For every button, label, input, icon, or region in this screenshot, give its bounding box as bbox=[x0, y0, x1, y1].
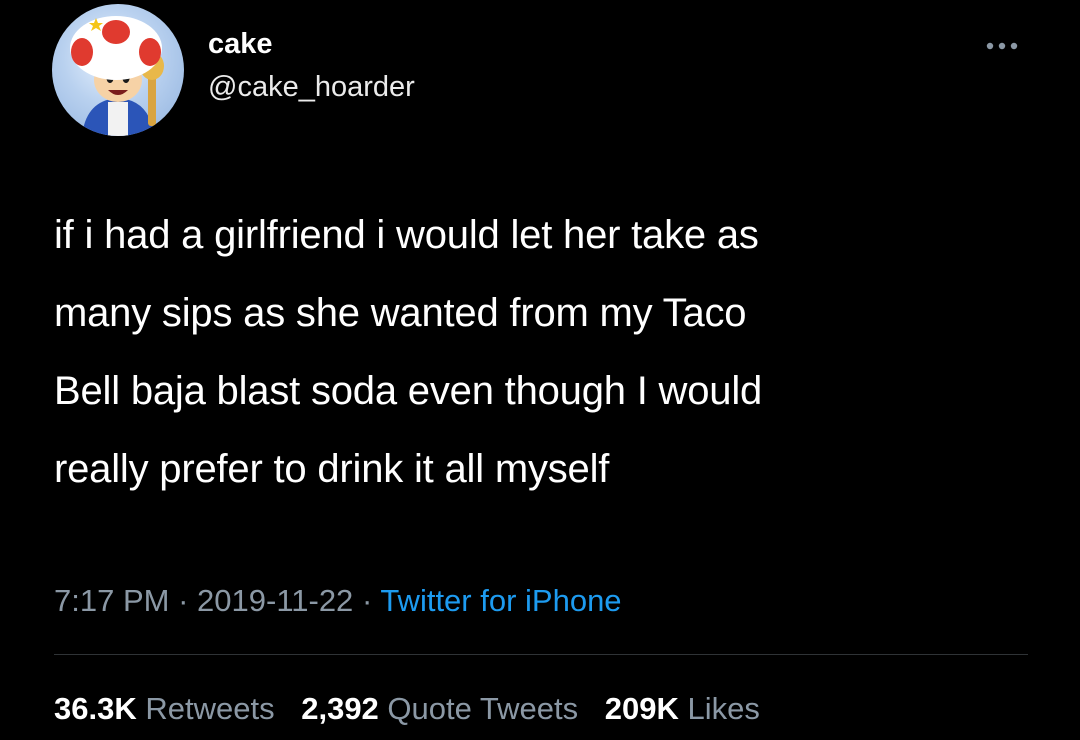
user-handle[interactable]: @cake_hoarder bbox=[208, 64, 415, 110]
tweet-time[interactable]: 7:17 PM bbox=[54, 583, 169, 618]
likes-label: Likes bbox=[687, 691, 760, 726]
divider bbox=[54, 654, 1028, 655]
avatar[interactable] bbox=[52, 4, 184, 136]
author-info: cake @cake_hoarder bbox=[208, 24, 415, 110]
tweet-text-line: many sips as she wanted from my Taco bbox=[54, 291, 747, 335]
tweet-text-line: really prefer to drink it all myself bbox=[54, 447, 610, 491]
more-horizontal-icon[interactable] bbox=[982, 36, 1022, 56]
display-name[interactable]: cake bbox=[208, 24, 415, 64]
tweet-date[interactable]: 2019-11-22 bbox=[197, 583, 353, 618]
tweet-stats: 36.3K Retweets 2,392 Quote Tweets 209K L… bbox=[54, 686, 778, 732]
meta-separator: · bbox=[178, 583, 189, 618]
tweet-text-line: if i had a girlfriend i would let her ta… bbox=[54, 213, 759, 257]
retweets-label: Retweets bbox=[145, 691, 275, 726]
quote-tweets-label: Quote Tweets bbox=[387, 691, 579, 726]
likes-count: 209K bbox=[604, 691, 679, 726]
tweet-meta: 7:17 PM · 2019-11-22 · Twitter for iPhon… bbox=[54, 578, 622, 624]
tweet-card: cake @cake_hoarder if i had a girlfriend… bbox=[0, 0, 1080, 740]
toad-avatar-icon bbox=[70, 16, 164, 136]
quote-tweets-count: 2,392 bbox=[301, 691, 379, 726]
tweet-source-link[interactable]: Twitter for iPhone bbox=[380, 583, 621, 618]
likes-stat[interactable]: 209K Likes bbox=[605, 691, 760, 726]
tweet-text: if i had a girlfriend i would let her ta… bbox=[54, 196, 1044, 508]
quote-tweets-stat[interactable]: 2,392 Quote Tweets bbox=[301, 691, 578, 726]
meta-separator: · bbox=[361, 583, 373, 618]
tweet-text-line: Bell baja blast soda even though I would bbox=[54, 369, 763, 413]
retweets-stat[interactable]: 36.3K Retweets bbox=[54, 691, 275, 726]
retweets-count: 36.3K bbox=[54, 691, 137, 726]
